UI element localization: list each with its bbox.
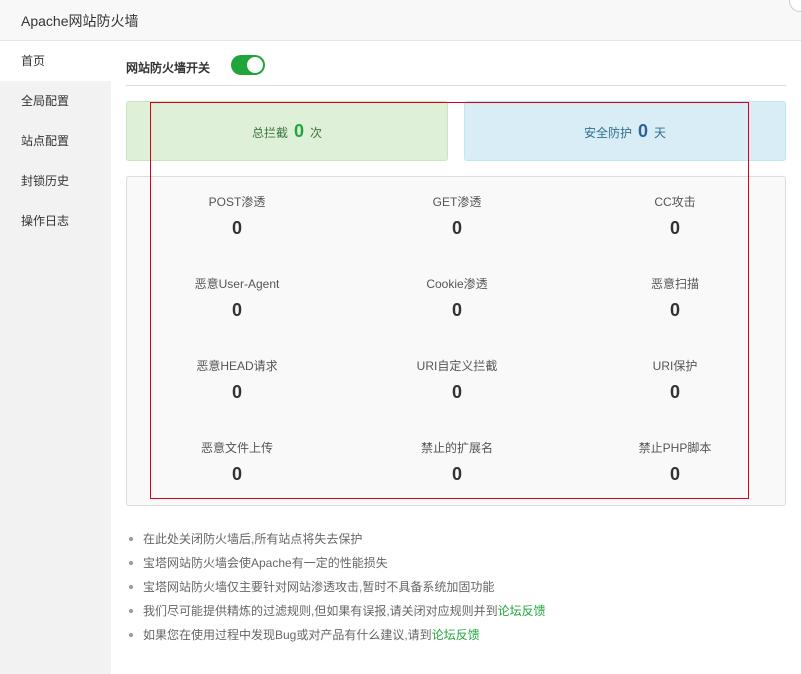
- stat-label: 禁止的扩展名: [420, 441, 493, 455]
- stat-label: CC攻击: [654, 195, 696, 209]
- stat-cell: 恶意User-Agent 0: [127, 276, 347, 321]
- stat-value: 0: [451, 382, 462, 402]
- toggle-knob: [247, 57, 263, 73]
- note-text: 如果您在使用过程中发现Bug或对产品有什么建议,请到: [143, 628, 432, 642]
- sidebar-item-operation-log[interactable]: 操作日志: [0, 201, 111, 241]
- protect-label: 安全防护: [583, 126, 632, 140]
- sidebar-item-block-history[interactable]: 封锁历史: [0, 161, 111, 201]
- stat-value: 0: [451, 300, 462, 320]
- note-text: 宝塔网站防火墙会使Apache有一定的性能损失: [143, 556, 388, 570]
- list-item: 我们尽可能提供精炼的过滤规则,但如果有误报,请关闭对应规则并到论坛反馈: [129, 603, 546, 627]
- stat-value: 0: [451, 218, 462, 238]
- protect-unit: 天: [654, 126, 667, 140]
- stat-cell: URI保护 0: [565, 358, 785, 403]
- firewall-toggle[interactable]: [231, 55, 265, 75]
- stat-cell: URI自定义拦截 0: [347, 358, 567, 403]
- sidebar-item-label: 站点配置: [21, 134, 70, 148]
- sidebar-item-home[interactable]: 首页: [0, 41, 111, 81]
- sidebar-item-label: 全局配置: [21, 94, 70, 108]
- forum-feedback-link[interactable]: 论坛反馈: [498, 604, 546, 618]
- stat-cell: 禁止PHP脚本 0: [565, 440, 785, 485]
- stat-label: POST渗透: [208, 195, 266, 209]
- sidebar: 首页 全局配置 站点配置 封锁历史 操作日志: [0, 41, 111, 674]
- stat-value: 0: [231, 464, 242, 484]
- firewall-switch-row: 网站防火墙开关: [126, 55, 786, 86]
- close-icon[interactable]: [789, 0, 801, 12]
- stat-label: Cookie渗透: [426, 277, 488, 291]
- sidebar-item-label: 封锁历史: [21, 174, 70, 188]
- note-text: 宝塔网站防火墙仅主要针对网站渗透攻击,暂时不具备系统加固功能: [143, 580, 495, 594]
- stat-label: URI保护: [652, 359, 698, 373]
- protection-days-card: 安全防护 0 天: [464, 101, 786, 161]
- stat-cell: Cookie渗透 0: [347, 276, 567, 321]
- stat-value: 0: [231, 218, 242, 238]
- intercept-count: 0: [293, 121, 304, 141]
- note-text: 我们尽可能提供精炼的过滤规则,但如果有误报,请关闭对应规则并到: [143, 604, 498, 618]
- stat-label: GET渗透: [432, 195, 482, 209]
- stat-value: 0: [669, 464, 680, 484]
- list-item: 宝塔网站防火墙仅主要针对网站渗透攻击,暂时不具备系统加固功能: [129, 579, 546, 603]
- stat-cell: CC攻击 0: [565, 194, 785, 239]
- stat-label: 恶意扫描: [650, 277, 699, 291]
- stat-value: 0: [669, 300, 680, 320]
- stat-label: 恶意User-Agent: [194, 277, 280, 291]
- main-panel: 网站防火墙开关 总拦截 0 次 安全防护 0 天 POST渗透 0 GET渗透 0 CC攻击…: [111, 41, 801, 674]
- sidebar-item-label: 首页: [21, 54, 46, 68]
- stat-cell: POST渗透 0: [127, 194, 347, 239]
- list-item: 如果您在使用过程中发现Bug或对产品有什么建议,请到论坛反馈: [129, 627, 546, 651]
- stat-value: 0: [669, 382, 680, 402]
- stat-label: 恶意文件上传: [200, 441, 273, 455]
- stat-cell: 恶意文件上传 0: [127, 440, 347, 485]
- forum-feedback-link[interactable]: 论坛反馈: [432, 628, 480, 642]
- sidebar-item-site-config[interactable]: 站点配置: [0, 121, 111, 161]
- stat-cell: 禁止的扩展名 0: [347, 440, 567, 485]
- list-item: 宝塔网站防火墙会使Apache有一定的性能损失: [129, 555, 546, 579]
- stat-value: 0: [231, 300, 242, 320]
- stat-cell: 恶意扫描 0: [565, 276, 785, 321]
- stat-label: 恶意HEAD请求: [196, 359, 278, 373]
- stat-label: URI自定义拦截: [416, 359, 498, 373]
- attack-stats-grid: POST渗透 0 GET渗透 0 CC攻击 0 恶意User-Agent 0 Cooki…: [126, 176, 786, 506]
- sidebar-item-label: 操作日志: [21, 214, 70, 228]
- stat-label: 禁止PHP脚本: [638, 441, 712, 455]
- stat-cell: 恶意HEAD请求 0: [127, 358, 347, 403]
- firewall-switch-label: 网站防火墙开关: [126, 61, 211, 75]
- stat-value: 0: [231, 382, 242, 402]
- stat-value: 0: [451, 464, 462, 484]
- stat-value: 0: [669, 218, 680, 238]
- intercept-label: 总拦截: [251, 126, 288, 140]
- note-text: 在此处关闭防火墙后,所有站点将失去保护: [143, 532, 363, 546]
- protect-count: 0: [637, 121, 648, 141]
- window-title: Apache网站防火墙: [21, 13, 139, 29]
- total-intercept-card: 总拦截 0 次: [126, 101, 448, 161]
- stat-cell: GET渗透 0: [347, 194, 567, 239]
- window-titlebar: Apache网站防火墙: [0, 0, 801, 41]
- notes-list: 在此处关闭防火墙后,所有站点将失去保护 宝塔网站防火墙会使Apache有一定的性…: [129, 531, 546, 651]
- sidebar-item-global-config[interactable]: 全局配置: [0, 81, 111, 121]
- intercept-unit: 次: [310, 126, 323, 140]
- list-item: 在此处关闭防火墙后,所有站点将失去保护: [129, 531, 546, 555]
